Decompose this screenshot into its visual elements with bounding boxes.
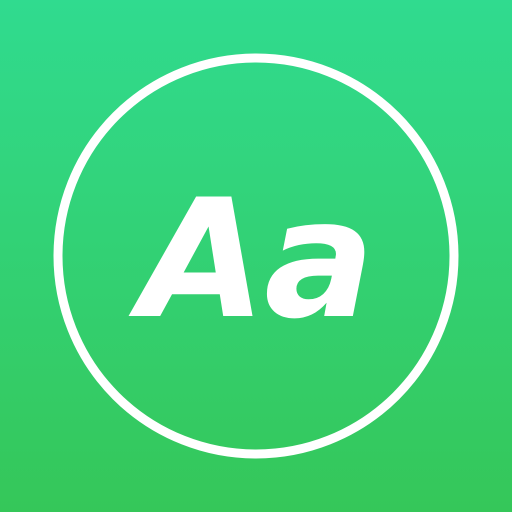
font-size-icon: Aa bbox=[139, 164, 375, 355]
app-icon: Aa bbox=[0, 0, 512, 512]
